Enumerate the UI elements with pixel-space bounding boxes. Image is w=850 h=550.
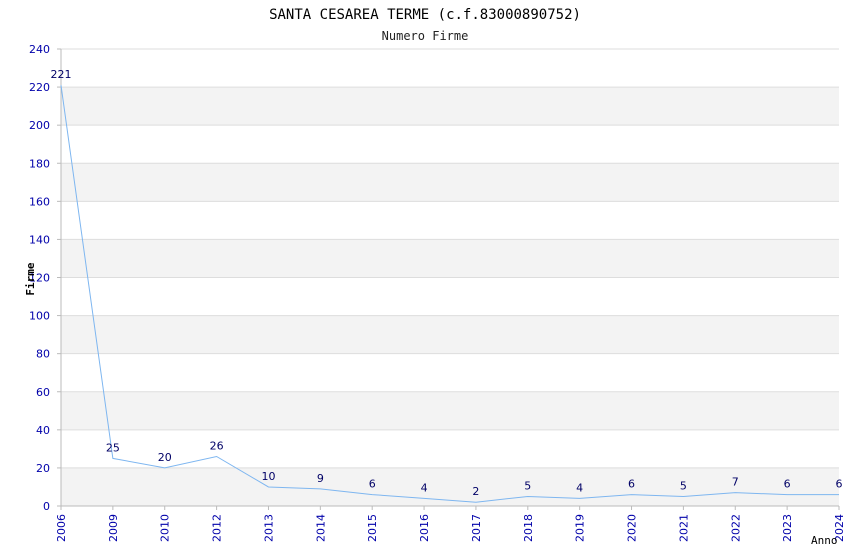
x-axis-label: Anno — [811, 534, 838, 547]
band — [61, 239, 839, 278]
data-labels: 22125202610 9 6 4 2 5 4 6 5 7 6 6 — [51, 68, 843, 498]
data-label: 6 — [628, 478, 635, 491]
data-label: 25 — [106, 441, 120, 454]
y-tick-label: 160 — [29, 195, 50, 208]
x-tick-label: 2021 — [677, 514, 690, 542]
x-tick-label: 2017 — [470, 514, 483, 542]
data-label: 10 — [261, 470, 275, 483]
y-tick-label: 140 — [29, 233, 50, 246]
y-tick-label: 200 — [29, 119, 50, 132]
y-tick-label: 60 — [36, 386, 50, 399]
chart-subtitle: Numero Firme — [382, 29, 469, 43]
series-polyline — [60, 85, 839, 503]
data-label: 5 — [524, 479, 531, 492]
data-label: 20 — [158, 451, 172, 464]
x-tick-label: 2015 — [366, 514, 379, 542]
data-label: 5 — [680, 479, 687, 492]
background-bands — [61, 87, 839, 506]
data-label: 6 — [784, 478, 791, 491]
x-tick-label: 2022 — [729, 514, 742, 542]
x-tick-label: 2014 — [314, 514, 327, 542]
chart-title: SANTA CESAREA TERME (c.f.83000890752) — [269, 7, 581, 23]
y-axis-label: Firme — [24, 262, 37, 295]
data-label: 2 — [472, 485, 479, 498]
data-label: 221 — [51, 68, 72, 81]
data-label: 7 — [732, 476, 739, 489]
y-tick-label: 40 — [36, 424, 50, 437]
y-tick-label: 180 — [29, 157, 50, 170]
x-tick-label: 2019 — [574, 514, 587, 542]
data-label: 4 — [421, 481, 428, 494]
line-chart: 020406080100120140160180200220240 2006 20… — [24, 7, 846, 547]
x-tick-label: 2010 — [159, 514, 172, 542]
x-tick-label: 2009 — [107, 514, 120, 542]
band — [61, 87, 839, 126]
x-tick-label: 2006 — [55, 514, 68, 542]
x-tick-label: 2018 — [522, 514, 535, 542]
series-line — [60, 85, 839, 503]
data-label: 6 — [836, 478, 843, 491]
data-label: 4 — [576, 481, 583, 494]
data-label: 9 — [317, 472, 324, 485]
data-label: 6 — [369, 478, 376, 491]
y-tick-label: 220 — [29, 81, 50, 94]
y-tick-label: 240 — [29, 43, 50, 56]
x-tick-labels: 2006 2009 2010 2012 2013 2014 2015 2016 2017 2018… — [55, 514, 846, 542]
x-tick-label: 2013 — [262, 514, 275, 542]
x-tick-label: 2023 — [781, 514, 794, 542]
y-tick-label: 20 — [36, 462, 50, 475]
x-tick-label: 2020 — [626, 514, 639, 542]
band — [61, 163, 839, 202]
y-tick-label: 100 — [29, 310, 50, 323]
x-tick-label: 2012 — [211, 514, 224, 542]
data-label: 26 — [210, 439, 224, 452]
y-tick-label: 0 — [43, 500, 50, 513]
band — [61, 391, 839, 430]
x-tick-label: 2016 — [418, 514, 431, 542]
band — [61, 315, 839, 354]
y-tick-label: 80 — [36, 348, 50, 361]
